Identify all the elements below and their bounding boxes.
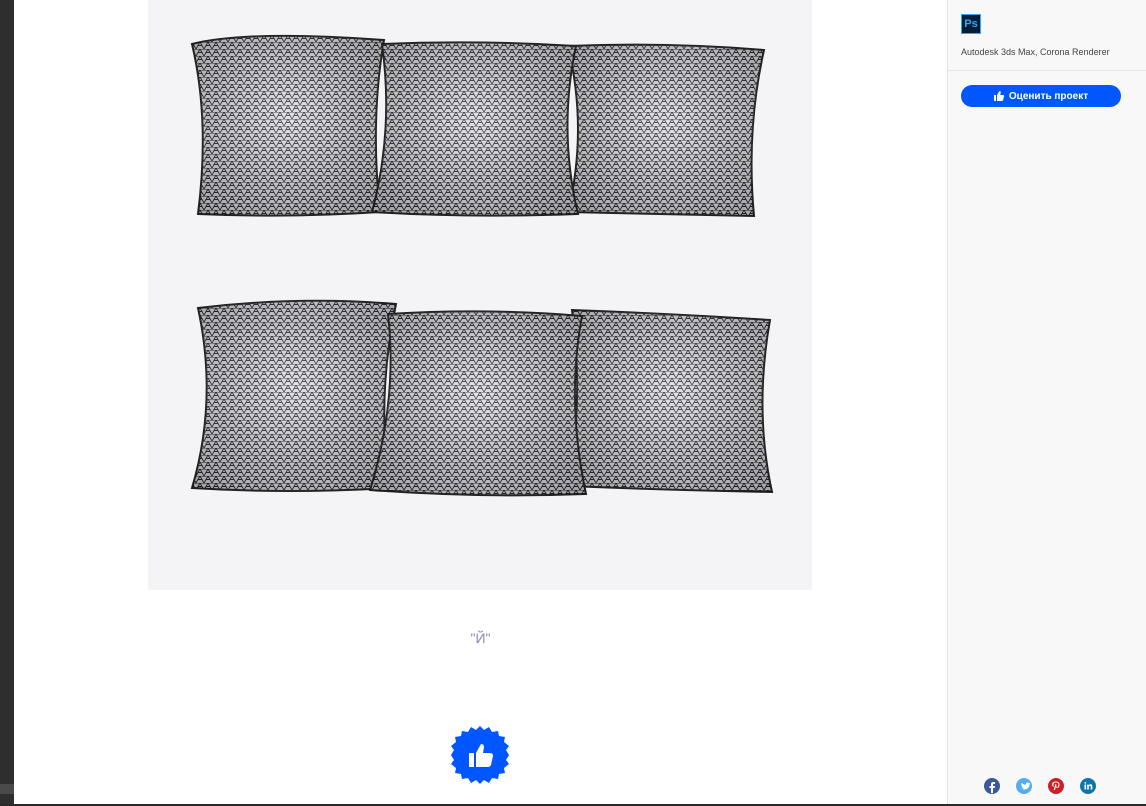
rate-project-label: Оценить проект <box>1008 90 1089 102</box>
share-icons <box>984 778 1096 794</box>
left-backdrop <box>0 0 14 806</box>
project-sidebar: Ps Autodesk 3ds Max, Corona Renderer Оце… <box>947 0 1146 804</box>
project-image <box>148 0 812 590</box>
backdrop-fragment <box>0 784 14 794</box>
linkedin-icon[interactable] <box>1080 778 1096 794</box>
pillow <box>566 308 774 494</box>
thumbs-up-icon <box>451 726 509 784</box>
pillow <box>368 310 588 497</box>
tools-used-text: Autodesk 3ds Max, Corona Renderer <box>961 47 1110 57</box>
rate-project-button[interactable]: Оценить проект <box>961 85 1121 107</box>
thumbs-up-icon <box>993 91 1004 101</box>
pillow <box>190 299 398 492</box>
pillow <box>370 41 580 217</box>
twitter-icon[interactable] <box>1016 778 1032 794</box>
project-content: "Й" <box>14 0 947 804</box>
pillow <box>190 34 386 217</box>
photoshop-icon[interactable]: Ps <box>961 14 981 34</box>
facebook-icon[interactable] <box>984 778 1000 794</box>
pillow <box>566 43 766 218</box>
appreciate-button[interactable] <box>450 725 510 785</box>
project-caption: "Й" <box>470 630 491 646</box>
pinterest-icon[interactable] <box>1048 778 1064 794</box>
tools-used-section: Ps Autodesk 3ds Max, Corona Renderer <box>948 0 1146 71</box>
